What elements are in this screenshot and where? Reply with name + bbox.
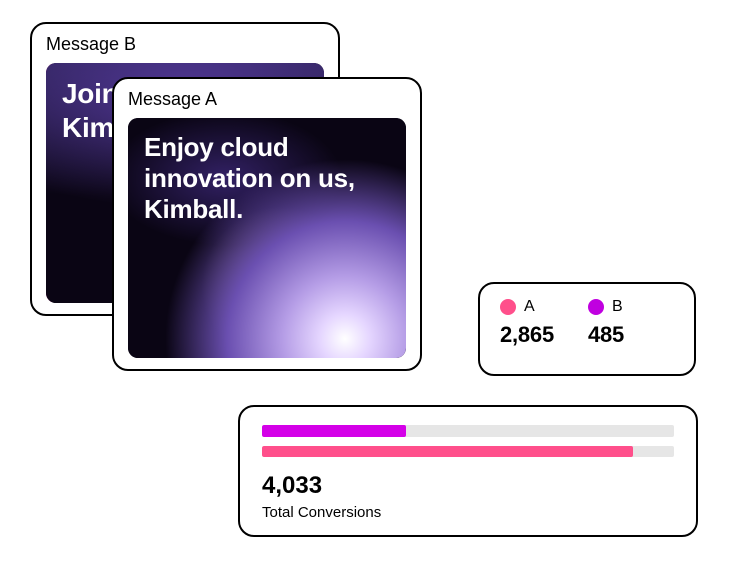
message-card-a-title: Message A bbox=[128, 89, 406, 110]
legend-value-a: 2,865 bbox=[500, 322, 554, 348]
legend-value-b: 485 bbox=[588, 322, 624, 348]
conversions-bar-pink-fill bbox=[262, 446, 633, 458]
message-a-hero-text: Enjoy cloud innovation on us, Kimball. bbox=[144, 132, 390, 226]
conversions-bar-purple-fill bbox=[262, 425, 406, 437]
legend-card: A 2,865 B 485 bbox=[478, 282, 696, 376]
legend-label-a: A bbox=[524, 298, 535, 316]
message-a-hero: Enjoy cloud innovation on us, Kimball. bbox=[128, 118, 406, 358]
conversions-bar-pink-track bbox=[262, 446, 674, 458]
legend-dot-a bbox=[500, 299, 516, 315]
legend-dot-b bbox=[588, 299, 604, 315]
legend-label-b: B bbox=[612, 298, 623, 316]
conversions-card: 4,033 Total Conversions bbox=[238, 405, 698, 537]
conversions-total-value: 4,033 bbox=[262, 472, 674, 500]
legend-col-b: B 485 bbox=[588, 298, 624, 362]
conversions-bar-purple-track bbox=[262, 425, 674, 437]
legend-col-a: A 2,865 bbox=[500, 298, 554, 362]
message-card-b-title: Message B bbox=[46, 34, 324, 55]
legend-row-b: B bbox=[588, 298, 624, 316]
conversions-total-label: Total Conversions bbox=[262, 504, 674, 521]
legend-row-a: A bbox=[500, 298, 554, 316]
message-card-a: Message A Enjoy cloud innovation on us, … bbox=[112, 77, 422, 371]
